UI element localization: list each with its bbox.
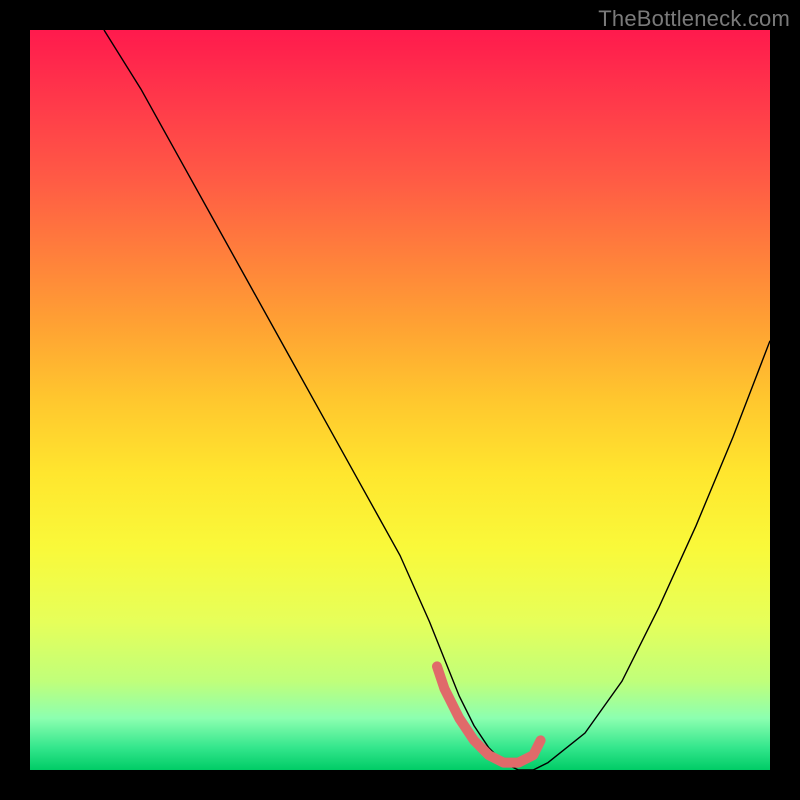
plot-area [30, 30, 770, 770]
chart-svg [30, 30, 770, 770]
chart-frame: TheBottleneck.com [0, 0, 800, 800]
main-curve [104, 30, 770, 770]
watermark-text: TheBottleneck.com [598, 6, 790, 32]
